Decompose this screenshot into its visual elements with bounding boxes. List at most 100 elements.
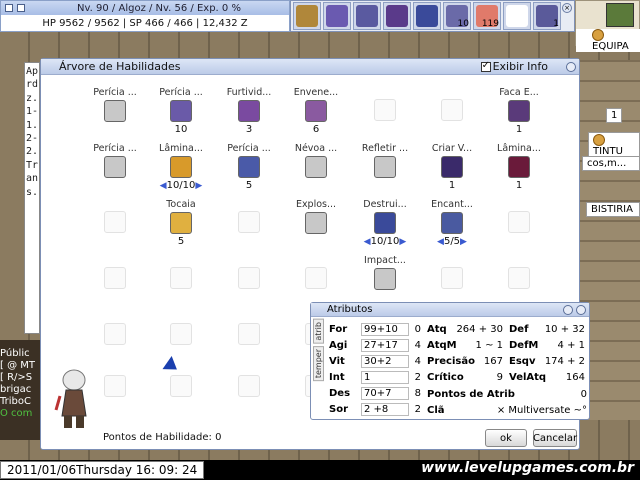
hotkey-slot[interactable]: 1 — [533, 2, 561, 30]
skill-item[interactable]: Perícia ... — [87, 143, 143, 192]
skill-item[interactable]: Impact... — [357, 255, 413, 304]
tab-atrib[interactable]: atrib — [313, 319, 324, 344]
skill-item[interactable]: Explos... — [288, 199, 344, 248]
skill-icon[interactable] — [305, 156, 327, 178]
hotkey-slot[interactable]: 119 — [473, 2, 501, 30]
watermark: www.levelupgames.com.br — [421, 460, 634, 476]
derived-value: 9 — [496, 372, 503, 383]
skill-level: 1 — [515, 180, 523, 191]
skill-icon[interactable] — [238, 100, 260, 122]
skill-name: Lâmina... — [159, 143, 203, 154]
skill-icon[interactable] — [508, 100, 530, 122]
empty-skill-slot — [170, 267, 192, 289]
skill-icon[interactable] — [170, 156, 192, 178]
coin-icon — [593, 134, 605, 146]
stat-bonus: 4 — [414, 356, 421, 367]
skill-level-value: 5/5 — [443, 236, 461, 247]
skill-icon[interactable] — [170, 100, 192, 122]
side-tag-cos: cos,m... — [582, 156, 640, 171]
tab-temper[interactable]: temper — [313, 345, 324, 381]
stat-row: Int 1 2 — [329, 370, 421, 385]
close-icon[interactable] — [576, 304, 586, 315]
chat-left: Públic [ @ MT [ R/>S brigac TriboC O com — [0, 348, 44, 420]
increase-arrow-icon[interactable]: ▶ — [195, 181, 202, 191]
cancel-button[interactable]: Cancelar — [533, 429, 577, 447]
skill-item[interactable]: Tocaia 5 — [153, 199, 209, 248]
empty-skill-slot — [104, 375, 126, 397]
derived-value: 164 — [565, 372, 585, 383]
stat-bonus: 8 — [414, 388, 421, 399]
skill-icon[interactable] — [374, 268, 396, 290]
skill-item[interactable]: Perícia ... — [87, 87, 143, 136]
derived-stat: Precisão 167 — [427, 354, 503, 369]
derived-label: Crítico — [427, 372, 464, 383]
skill-icon[interactable] — [441, 212, 463, 234]
side-tag-1: 1 — [606, 108, 623, 123]
derived-stat: Crítico 9 — [427, 370, 503, 385]
exibir-info-checkbox[interactable]: Exibir Info — [480, 60, 548, 73]
skill-icon — [296, 5, 318, 27]
hotkey-slot[interactable] — [293, 2, 321, 30]
hotkey-slot[interactable] — [413, 2, 441, 30]
skill-item[interactable]: Destrui... ◀10/10▶ — [357, 199, 413, 248]
attributes-title-bar[interactable]: Atributos — [311, 303, 589, 317]
decrease-arrow-icon[interactable]: ◀ — [437, 237, 444, 247]
skill-icon[interactable] — [441, 156, 463, 178]
skill-item[interactable]: Lâmina... 1 — [491, 143, 547, 192]
attribute-points-label: Pontos de Atrib — [427, 389, 515, 400]
decrease-arrow-icon[interactable]: ◀ — [364, 237, 371, 247]
close-icon[interactable]: × — [562, 3, 572, 13]
side-tag-tintu[interactable]: TINTU — [588, 132, 640, 159]
skill-icon[interactable] — [238, 156, 260, 178]
skill-item[interactable]: Perícia ... 10 — [153, 87, 209, 136]
attribute-points: Pontos de Atrib 0 — [427, 387, 587, 402]
minimize-icon[interactable] — [5, 4, 13, 12]
skill-icon[interactable] — [305, 100, 327, 122]
skill-icon[interactable] — [508, 156, 530, 178]
skill-icon[interactable] — [170, 212, 192, 234]
skill-name: Explos... — [295, 199, 337, 210]
skill-icon — [386, 5, 408, 27]
skill-icon[interactable] — [374, 212, 396, 234]
skill-item[interactable]: Faca E... 1 — [491, 87, 547, 136]
stat-bonus: 2 — [414, 404, 421, 415]
empty-skill-slot — [238, 323, 260, 345]
hotkey-slot[interactable] — [323, 2, 351, 30]
skill-window-title-bar[interactable]: Árvore de Habilidades Exibir Info — [41, 59, 579, 75]
hotkey-slot[interactable] — [353, 2, 381, 30]
equip-panel[interactable]: EQUIPA — [575, 0, 640, 52]
skill-name: Névoa ... — [294, 143, 338, 154]
derived-value: 4 + 1 — [557, 340, 585, 351]
checkbox-icon[interactable] — [480, 60, 491, 72]
skill-item[interactable]: Névoa ... — [288, 143, 344, 192]
ok-button[interactable]: ok — [485, 429, 527, 447]
skill-item[interactable]: Envene... 6 — [288, 87, 344, 136]
skill-item[interactable]: Encant... ◀5/5▶ — [424, 199, 480, 248]
skill-item[interactable]: Lâmina... ◀10/10▶ — [153, 143, 209, 192]
minimize-icon[interactable] — [563, 304, 573, 315]
skill-item[interactable]: Refletir ... — [357, 143, 413, 192]
skill-name: Perícia ... — [93, 143, 137, 154]
skill-icon[interactable] — [305, 212, 327, 234]
hotkey-slot[interactable]: 10 — [443, 2, 471, 30]
skill-item[interactable]: Criar V... 1 — [424, 143, 480, 192]
stat-value: 27+17 — [361, 339, 409, 352]
skill-level-value: 10/10 — [370, 236, 400, 247]
hotkey-slot[interactable] — [503, 2, 531, 30]
hp-sp-zeny: HP 9562 / 9562 | SP 466 / 466 | 12,432 Z — [42, 17, 248, 29]
skill-icon[interactable] — [104, 156, 126, 178]
decrease-arrow-icon[interactable]: ◀ — [160, 181, 167, 191]
skill-icon[interactable] — [104, 100, 126, 122]
empty-skill-slot — [441, 99, 463, 121]
hotkey-slot[interactable] — [383, 2, 411, 30]
skill-item[interactable]: Furtivid... 3 — [221, 87, 277, 136]
equip-label: EQUIPA — [576, 29, 640, 52]
derived-stat: Esqv 174 + 2 — [509, 354, 585, 369]
skill-icon[interactable] — [374, 156, 396, 178]
skill-level — [288, 180, 344, 192]
expand-icon[interactable] — [17, 4, 25, 12]
increase-arrow-icon[interactable]: ▶ — [460, 237, 467, 247]
increase-arrow-icon[interactable]: ▶ — [399, 237, 406, 247]
skill-item[interactable]: Perícia ... 5 — [221, 143, 277, 192]
minimize-icon[interactable] — [566, 61, 576, 72]
